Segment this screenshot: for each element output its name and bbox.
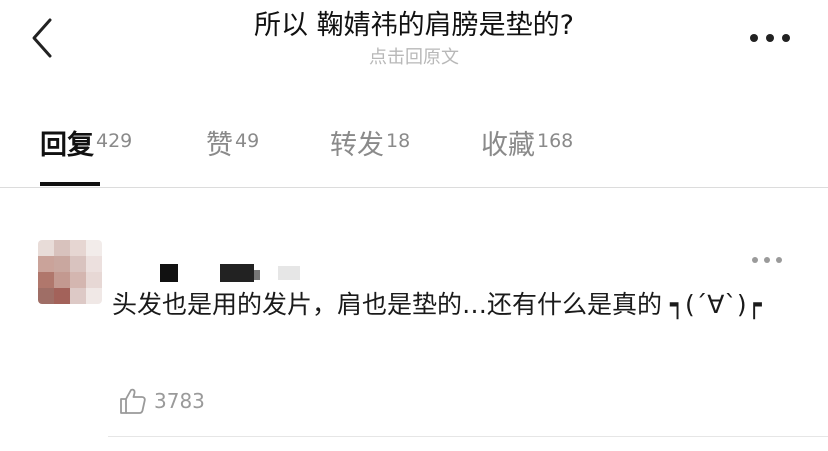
tab-favorites[interactable]: 收藏 168 [481,128,573,164]
tab-label: 赞 [206,130,233,161]
comment-more-button[interactable] [750,254,784,266]
title-block: 所以 鞠婧祎的肩膀是垫的? 点击回原文 [150,8,678,70]
page-title: 所以 鞠婧祎的肩膀是垫的? [254,10,574,41]
tab-label: 收藏 [481,130,535,161]
tab-likes[interactable]: 赞 49 [206,128,259,164]
thumbs-up-icon [120,388,146,414]
chevron-left-icon [32,18,52,58]
active-tab-indicator [40,182,100,186]
tab-count: 18 [386,130,411,152]
like-count: 3783 [154,389,205,413]
tab-label: 转发 [330,130,384,161]
back-button[interactable] [24,14,64,62]
tab-count: 49 [235,130,260,152]
tab-label: 回复 [40,130,94,161]
comment-item: 头发也是用的发片，肩也是垫的…还有什么是真的 ┑(´∀`)┍ 3783 [0,188,828,451]
avatar[interactable] [38,240,102,304]
tab-bar: 回复 429 赞 49 转发 18 收藏 168 [0,118,828,190]
tab-replies[interactable]: 回复 429 [40,128,132,164]
divider [108,436,828,437]
username-redacted[interactable] [160,264,320,284]
back-to-original-link[interactable]: 点击回原文 [150,46,678,70]
more-horizontal-icon [752,257,758,263]
more-button[interactable] [746,28,794,48]
comment-text: 头发也是用的发片，肩也是垫的…还有什么是真的 ┑(´∀`)┍ [112,290,762,319]
more-horizontal-icon [750,34,758,42]
tab-count: 168 [537,130,574,152]
tab-reposts[interactable]: 转发 18 [330,128,410,164]
tab-count: 429 [96,130,133,152]
top-bar: 所以 鞠婧祎的肩膀是垫的? 点击回原文 [0,0,828,80]
like-button[interactable]: 3783 [118,384,205,418]
